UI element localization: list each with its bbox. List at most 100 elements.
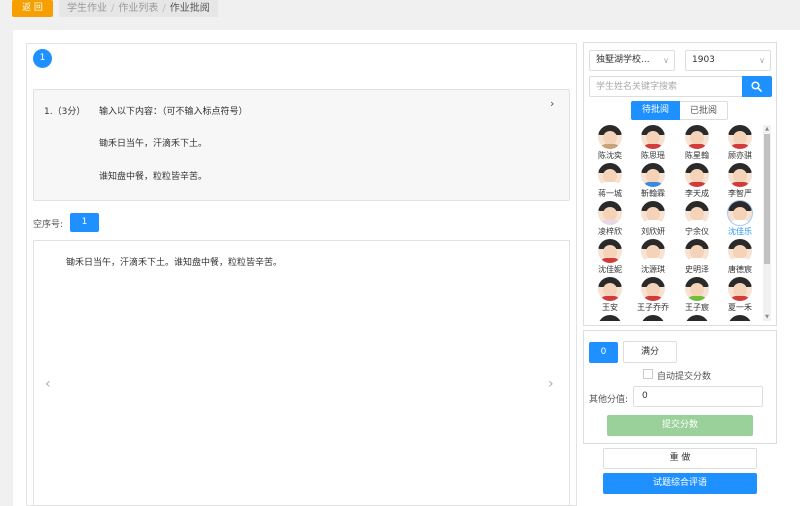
- student-item[interactable]: 王子乔乔: [633, 277, 673, 313]
- student-item[interactable]: 王安: [590, 277, 630, 313]
- student-name: 顾亦骐: [728, 151, 752, 160]
- student-item[interactable]: 唐德宸: [720, 239, 760, 275]
- chevron-right-icon[interactable]: ›: [548, 376, 554, 392]
- breadcrumb: 学生作业 / 作业列表 / 作业批阅: [59, 0, 218, 17]
- student-avatar: [641, 201, 665, 225]
- student-answer-text: 锄禾日当午，汗滴禾下土。谁知盘中餐，粒粒皆辛苦。: [66, 258, 283, 268]
- scroll-thumb[interactable]: [764, 134, 770, 264]
- student-item[interactable]: 沈源琪: [633, 239, 673, 275]
- student-item[interactable]: 李智严: [720, 163, 760, 199]
- question-text-line-2: 谁知盘中餐，粒粒皆辛苦。: [99, 172, 208, 182]
- scroll-down-icon[interactable]: ▼: [763, 313, 771, 321]
- student-avatar: [641, 239, 665, 263]
- student-avatar: [641, 277, 665, 301]
- chevron-right-icon[interactable]: ›: [550, 97, 554, 110]
- student-name: 陈星翰: [685, 151, 709, 160]
- student-item[interactable]: 史明泽: [677, 239, 717, 275]
- student-item[interactable]: 靳翰霖: [633, 163, 673, 199]
- question-number-badge[interactable]: 1: [33, 49, 52, 68]
- student-search-input[interactable]: [589, 76, 742, 97]
- student-name: 夏一禾: [728, 303, 752, 312]
- other-score-input[interactable]: 0: [633, 386, 763, 407]
- scroll-up-icon[interactable]: ▲: [763, 125, 771, 133]
- school-select-value: 独墅湖学校...: [596, 55, 650, 65]
- student-avatar: [728, 201, 752, 225]
- student-avatar: [685, 163, 709, 187]
- overall-comment-button[interactable]: 试题综合评语: [603, 473, 757, 494]
- student-item[interactable]: 陈思瑶: [633, 125, 673, 161]
- student-name: 史明泽: [685, 265, 709, 274]
- class-select[interactable]: 1903 ∨: [685, 50, 771, 71]
- auto-submit-label: 自动提交分数: [657, 372, 712, 382]
- breadcrumb-item-list[interactable]: 作业列表: [118, 3, 158, 14]
- student-name: 刘欣妍: [641, 227, 665, 236]
- search-button[interactable]: [742, 76, 772, 97]
- student-item[interactable]: 宁余仪: [677, 201, 717, 237]
- student-item[interactable]: 顾亦骐: [720, 125, 760, 161]
- question-prompt: 输入以下内容：（可不输入标点符号）: [99, 107, 248, 117]
- student-name: 陈思瑶: [641, 151, 665, 160]
- student-name: 宁余仪: [685, 227, 709, 236]
- student-item-partial[interactable]: [677, 315, 717, 321]
- tab-pending[interactable]: 待批阅: [631, 101, 680, 120]
- blank-index-button[interactable]: 1: [70, 213, 99, 232]
- student-avatar: [685, 277, 709, 301]
- chevron-left-icon[interactable]: ‹: [45, 376, 51, 392]
- score-zero-button[interactable]: 0: [589, 342, 618, 363]
- search-icon: [751, 81, 762, 92]
- student-avatar: [641, 163, 665, 187]
- tab-reviewed[interactable]: 已批阅: [680, 101, 728, 120]
- top-bar: 返 回 学生作业 / 作业列表 / 作业批阅: [0, 0, 800, 24]
- question-score: 1.（3分）: [44, 107, 86, 117]
- student-avatar: [728, 239, 752, 263]
- student-avatar: [598, 277, 622, 301]
- student-item[interactable]: 沈佳妮: [590, 239, 630, 275]
- student-avatar: [598, 201, 622, 225]
- student-name: 李天成: [685, 189, 709, 198]
- student-item[interactable]: 凌梓欣: [590, 201, 630, 237]
- student-name: 凌梓欣: [598, 227, 622, 236]
- student-item-partial[interactable]: [590, 315, 630, 321]
- scrollbar[interactable]: ▲ ▼: [763, 125, 771, 321]
- student-item[interactable]: 蒋一城: [590, 163, 630, 199]
- student-avatar: [641, 125, 665, 149]
- student-name: 李智严: [728, 189, 752, 198]
- question-text-line-1: 锄禾日当午，汗滴禾下土。: [99, 139, 208, 149]
- blank-index-label: 空序号:: [33, 220, 64, 230]
- student-item[interactable]: 王子宸: [677, 277, 717, 313]
- student-avatar: [685, 239, 709, 263]
- student-avatar: [598, 163, 622, 187]
- student-name: 陈沈奕: [598, 151, 622, 160]
- other-score-label: 其他分值:: [589, 395, 629, 405]
- student-avatar: [728, 125, 752, 149]
- submit-score-button[interactable]: 提交分数: [607, 415, 753, 436]
- student-item-partial[interactable]: [720, 315, 760, 321]
- student-name: 靳翰霖: [641, 189, 665, 198]
- student-avatar: [598, 239, 622, 263]
- chevron-down-icon: ∨: [759, 56, 765, 65]
- student-item[interactable]: 陈沈奕: [590, 125, 630, 161]
- back-button[interactable]: 返 回: [12, 0, 53, 17]
- student-avatar: [728, 163, 752, 187]
- student-avatar: [728, 277, 752, 301]
- student-name: 王子宸: [685, 303, 709, 312]
- student-grid: 陈沈奕 陈思瑶 陈星翰 顾亦骐蒋一城 靳翰霖 李天成 李智严凌梓欣 刘欣妍 宁余仪 沈佳乐沈佳妮 沈…: [590, 125, 762, 321]
- student-item-partial[interactable]: [633, 315, 673, 321]
- student-item[interactable]: 沈佳乐: [720, 201, 760, 237]
- student-name: 王子乔乔: [637, 303, 669, 312]
- student-name: 沈源琪: [641, 265, 665, 274]
- student-item[interactable]: 李天成: [677, 163, 717, 199]
- school-select[interactable]: 独墅湖学校... ∨: [589, 50, 675, 71]
- auto-submit-checkbox[interactable]: [643, 369, 653, 379]
- full-score-button[interactable]: 满分: [623, 341, 677, 363]
- breadcrumb-item-homework[interactable]: 学生作业: [67, 3, 107, 14]
- student-avatar: [728, 315, 752, 321]
- student-avatar: [641, 315, 665, 321]
- class-select-value: 1903: [692, 55, 715, 65]
- student-item[interactable]: 陈星翰: [677, 125, 717, 161]
- redo-button[interactable]: 重 做: [603, 448, 757, 469]
- student-item[interactable]: 夏一禾: [720, 277, 760, 313]
- student-item[interactable]: 刘欣妍: [633, 201, 673, 237]
- student-name: 唐德宸: [728, 265, 752, 274]
- chevron-down-icon: ∨: [663, 56, 669, 65]
